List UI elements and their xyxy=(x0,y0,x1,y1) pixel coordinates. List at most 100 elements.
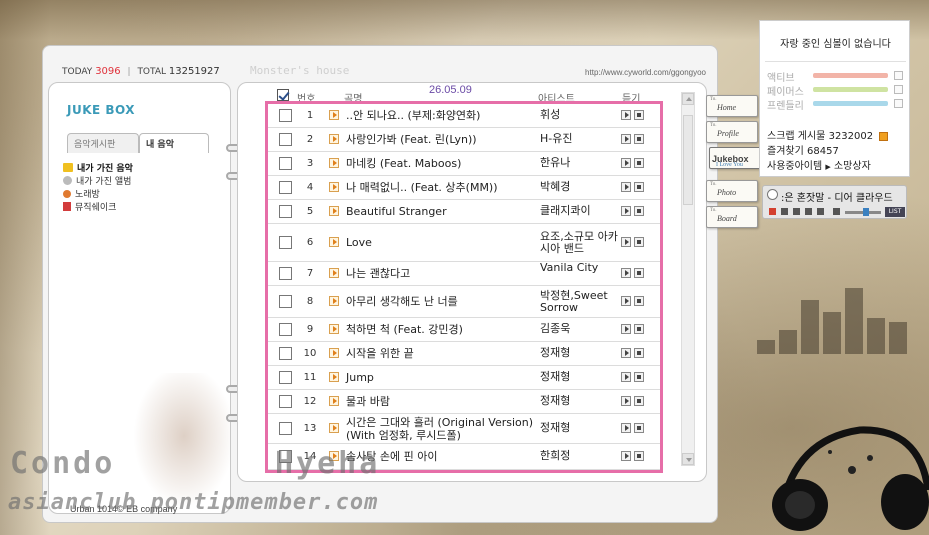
active-bar-button[interactable] xyxy=(894,71,903,80)
play-icon[interactable] xyxy=(621,423,631,433)
row-checkbox[interactable] xyxy=(279,205,292,218)
song-title[interactable]: 시작을 위한 끝 xyxy=(346,347,536,360)
play-song-icon[interactable] xyxy=(329,110,339,120)
table-row[interactable]: 10 시작을 위한 끝 정재형 xyxy=(268,342,660,366)
play-song-icon[interactable] xyxy=(329,206,339,216)
table-row[interactable]: 13 시간은 그대와 흘러 (Original Version) (With 엄정… xyxy=(268,414,660,444)
stop-icon[interactable] xyxy=(781,208,788,215)
song-artist[interactable]: 클래지콰이 xyxy=(540,205,624,217)
song-title[interactable]: Love xyxy=(346,236,536,249)
stop-icon[interactable] xyxy=(634,158,644,168)
song-artist[interactable]: 정재형 xyxy=(540,371,624,383)
play-song-icon[interactable] xyxy=(329,158,339,168)
menu-item-musicshake[interactable]: 뮤직쉐이크 xyxy=(63,200,133,213)
stop-icon[interactable] xyxy=(634,206,644,216)
play-song-icon[interactable] xyxy=(329,182,339,192)
stop-icon[interactable] xyxy=(634,372,644,382)
song-artist[interactable]: 한희정 xyxy=(540,450,624,462)
song-artist[interactable]: 휘성 xyxy=(540,109,624,121)
stop-icon[interactable] xyxy=(634,396,644,406)
song-title[interactable]: 마네킹 (Feat. Maboos) xyxy=(346,157,536,170)
wish-box-link[interactable]: 소망상자 xyxy=(834,161,871,172)
play-song-icon[interactable] xyxy=(329,423,339,433)
items-link[interactable]: 사용중아이템 xyxy=(767,161,822,172)
song-title[interactable]: 물과 바람 xyxy=(346,395,536,408)
stop-icon[interactable] xyxy=(634,423,644,433)
stop-icon[interactable] xyxy=(634,348,644,358)
menu-item-my-songs[interactable]: 내가 가진 음악 xyxy=(63,161,133,174)
row-checkbox[interactable] xyxy=(279,267,292,280)
play-icon[interactable] xyxy=(621,237,631,247)
stop-icon[interactable] xyxy=(634,110,644,120)
table-row[interactable]: 9 척하면 척 (Feat. 강민경) 김종욱 xyxy=(268,318,660,342)
play-song-icon[interactable] xyxy=(329,268,339,278)
song-artist[interactable]: 박혜경 xyxy=(540,181,624,193)
row-checkbox[interactable] xyxy=(279,347,292,360)
song-artist[interactable]: 김종욱 xyxy=(540,323,624,335)
song-title[interactable]: 아무리 생각해도 난 너를 xyxy=(346,295,536,308)
table-row[interactable]: 6 Love 요조,소규모 아카시아 밴드 xyxy=(268,224,660,262)
nav-tab-photo[interactable]: To. Photo xyxy=(706,180,758,202)
stop-icon[interactable] xyxy=(634,237,644,247)
row-checkbox[interactable] xyxy=(279,157,292,170)
play-icon[interactable] xyxy=(621,182,631,192)
play-icon[interactable] xyxy=(621,348,631,358)
scrap-icon[interactable] xyxy=(879,131,889,141)
stop-icon[interactable] xyxy=(634,134,644,144)
row-checkbox[interactable] xyxy=(279,109,292,122)
play-song-icon[interactable] xyxy=(329,237,339,247)
row-checkbox[interactable] xyxy=(279,133,292,146)
friendly-bar-button[interactable] xyxy=(894,99,903,108)
nav-tab-home[interactable]: To. Home xyxy=(706,95,758,117)
tab-my-music[interactable]: 내 음악 xyxy=(139,133,209,153)
nav-tab-board[interactable]: To. Board xyxy=(706,206,758,228)
play-song-icon[interactable] xyxy=(329,134,339,144)
play-song-icon[interactable] xyxy=(329,348,339,358)
homepage-url[interactable]: http://www.cyworld.com/ggongyoo xyxy=(585,68,706,77)
table-row[interactable]: 8 아무리 생각해도 난 너를 박정현,Sweet Sorrow xyxy=(268,286,660,318)
song-title[interactable]: Beautiful Stranger xyxy=(346,205,536,218)
play-icon[interactable] xyxy=(621,396,631,406)
song-artist[interactable]: Vanila City xyxy=(540,262,624,274)
record-icon[interactable] xyxy=(769,208,776,215)
play-icon[interactable] xyxy=(817,208,824,215)
table-row[interactable]: 4 나 매력없니.. (Feat. 상추(MM)) 박혜경 xyxy=(268,176,660,200)
stop-icon[interactable] xyxy=(634,296,644,306)
famous-bar-button[interactable] xyxy=(894,85,903,94)
song-title[interactable]: ..안 되나요.. (부제:화양연화) xyxy=(346,109,536,122)
table-row[interactable]: 5 Beautiful Stranger 클래지콰이 xyxy=(268,200,660,224)
row-checkbox[interactable] xyxy=(279,395,292,408)
song-title[interactable]: Jump xyxy=(346,371,536,384)
volume-slider[interactable] xyxy=(863,208,869,216)
table-row[interactable]: 7 나는 괜찮다고 Vanila City xyxy=(268,262,660,286)
song-title[interactable]: 나 매력없니.. (Feat. 상추(MM)) xyxy=(346,181,536,194)
row-checkbox[interactable] xyxy=(279,371,292,384)
play-icon[interactable] xyxy=(621,268,631,278)
song-artist[interactable]: 박정현,Sweet Sorrow xyxy=(540,290,624,314)
play-icon[interactable] xyxy=(621,324,631,334)
song-title[interactable]: 사랑인가봐 (Feat. 린(Lyn)) xyxy=(346,133,536,146)
play-song-icon[interactable] xyxy=(329,324,339,334)
menu-item-karaoke[interactable]: 노래방 xyxy=(63,187,133,200)
next-icon[interactable] xyxy=(805,208,812,215)
table-row[interactable]: 2 사랑인가봐 (Feat. 린(Lyn)) H-유진 xyxy=(268,128,660,152)
scroll-up-arrow-icon[interactable] xyxy=(682,93,694,105)
nav-tab-profile[interactable]: To. Profile xyxy=(706,121,758,143)
table-row[interactable]: 11 Jump 정재형 xyxy=(268,366,660,390)
stop-icon[interactable] xyxy=(634,182,644,192)
song-artist[interactable]: 정재형 xyxy=(540,422,624,434)
play-icon[interactable] xyxy=(621,296,631,306)
song-title[interactable]: 시간은 그대와 흘러 (Original Version) (With 엄정화,… xyxy=(346,416,536,442)
play-song-icon[interactable] xyxy=(329,296,339,306)
song-title[interactable]: 나는 괜찮다고 xyxy=(346,267,536,280)
play-song-icon[interactable] xyxy=(329,396,339,406)
play-song-icon[interactable] xyxy=(329,372,339,382)
row-checkbox[interactable] xyxy=(279,323,292,336)
scroll-down-arrow-icon[interactable] xyxy=(682,453,694,465)
tab-music-board[interactable]: 음악게시판 xyxy=(67,133,139,153)
table-row[interactable]: 12 물과 바람 정재형 xyxy=(268,390,660,414)
song-artist[interactable]: 정재형 xyxy=(540,347,624,359)
row-checkbox[interactable] xyxy=(279,181,292,194)
menu-item-my-albums[interactable]: 내가 가진 앨범 xyxy=(63,174,133,187)
song-artist[interactable]: 한유나 xyxy=(540,157,624,169)
